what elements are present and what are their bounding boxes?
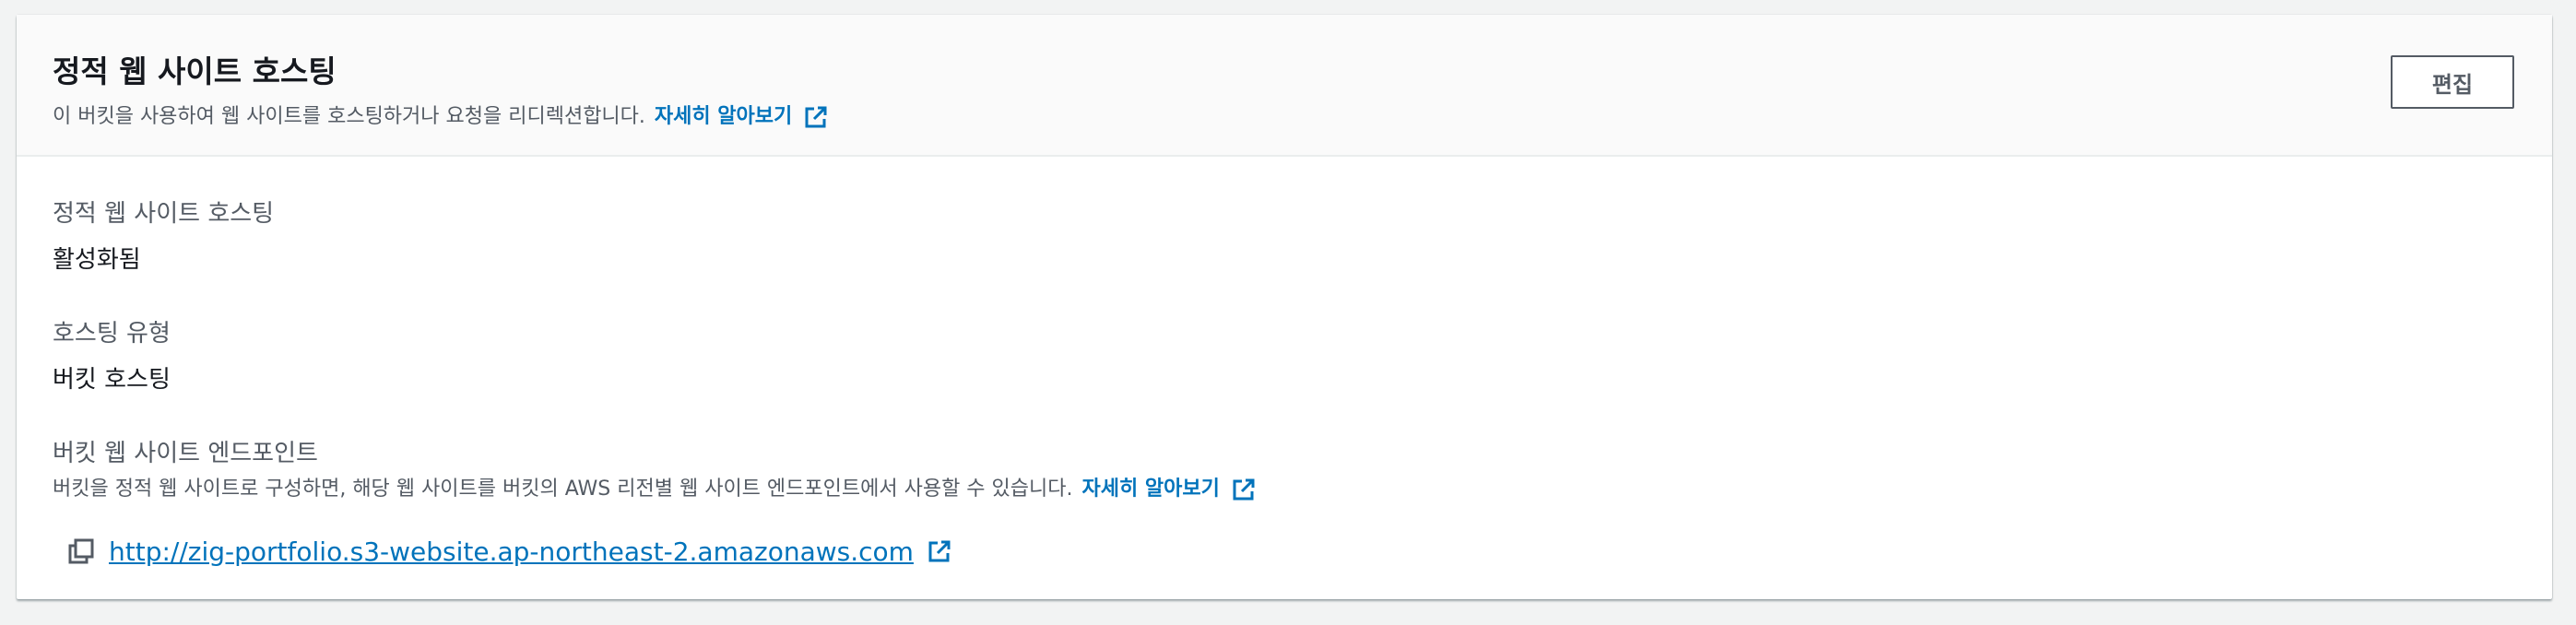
endpoint-description: 버킷을 정적 웹 사이트로 구성하면, 해당 웹 사이트를 버킷의 AWS 리전… [53, 476, 1257, 503]
external-link-icon [1233, 478, 1255, 501]
static-hosting-value: 활성화됨 [53, 246, 141, 274]
static-website-hosting-panel: 정적 웹 사이트 호스팅 이 버킷을 사용하여 웹 사이트를 호스팅하거나 요청… [17, 15, 2552, 599]
endpoint-url-row: http://zig-portfolio.s3-website.ap-north… [66, 533, 952, 570]
static-hosting-label: 정적 웹 사이트 호스팅 [53, 200, 275, 228]
copy-icon[interactable] [66, 537, 96, 566]
endpoint-label: 버킷 웹 사이트 엔드포인트 [53, 440, 318, 467]
panel-description: 이 버킷을 사용하여 웹 사이트를 호스팅하거나 요청을 리디렉션합니다. 자세… [53, 103, 829, 131]
endpoint-learn-more-link[interactable]: 자세히 알아보기 [1082, 476, 1257, 503]
panel-description-text: 이 버킷을 사용하여 웹 사이트를 호스팅하거나 요청을 리디렉션합니다. [53, 105, 645, 128]
hosting-type-label: 호스팅 유형 [53, 320, 171, 348]
external-link-icon [805, 106, 827, 128]
edit-button[interactable]: 편집 [2391, 55, 2514, 109]
endpoint-url-link[interactable]: http://zig-portfolio.s3-website.ap-north… [109, 537, 914, 567]
panel-header: 정적 웹 사이트 호스팅 이 버킷을 사용하여 웹 사이트를 호스팅하거나 요청… [17, 15, 2552, 157]
hosting-type-value: 버킷 호스팅 [53, 366, 171, 394]
endpoint-description-text: 버킷을 정적 웹 사이트로 구성하면, 해당 웹 사이트를 버킷의 AWS 리전… [53, 478, 1073, 501]
panel-title: 정적 웹 사이트 호스팅 [53, 53, 337, 89]
external-link-icon[interactable] [927, 538, 952, 564]
endpoint-learn-more-label: 자세히 알아보기 [1081, 478, 1220, 501]
learn-more-link[interactable]: 자세히 알아보기 [655, 103, 829, 131]
learn-more-label: 자세히 알아보기 [654, 105, 793, 128]
